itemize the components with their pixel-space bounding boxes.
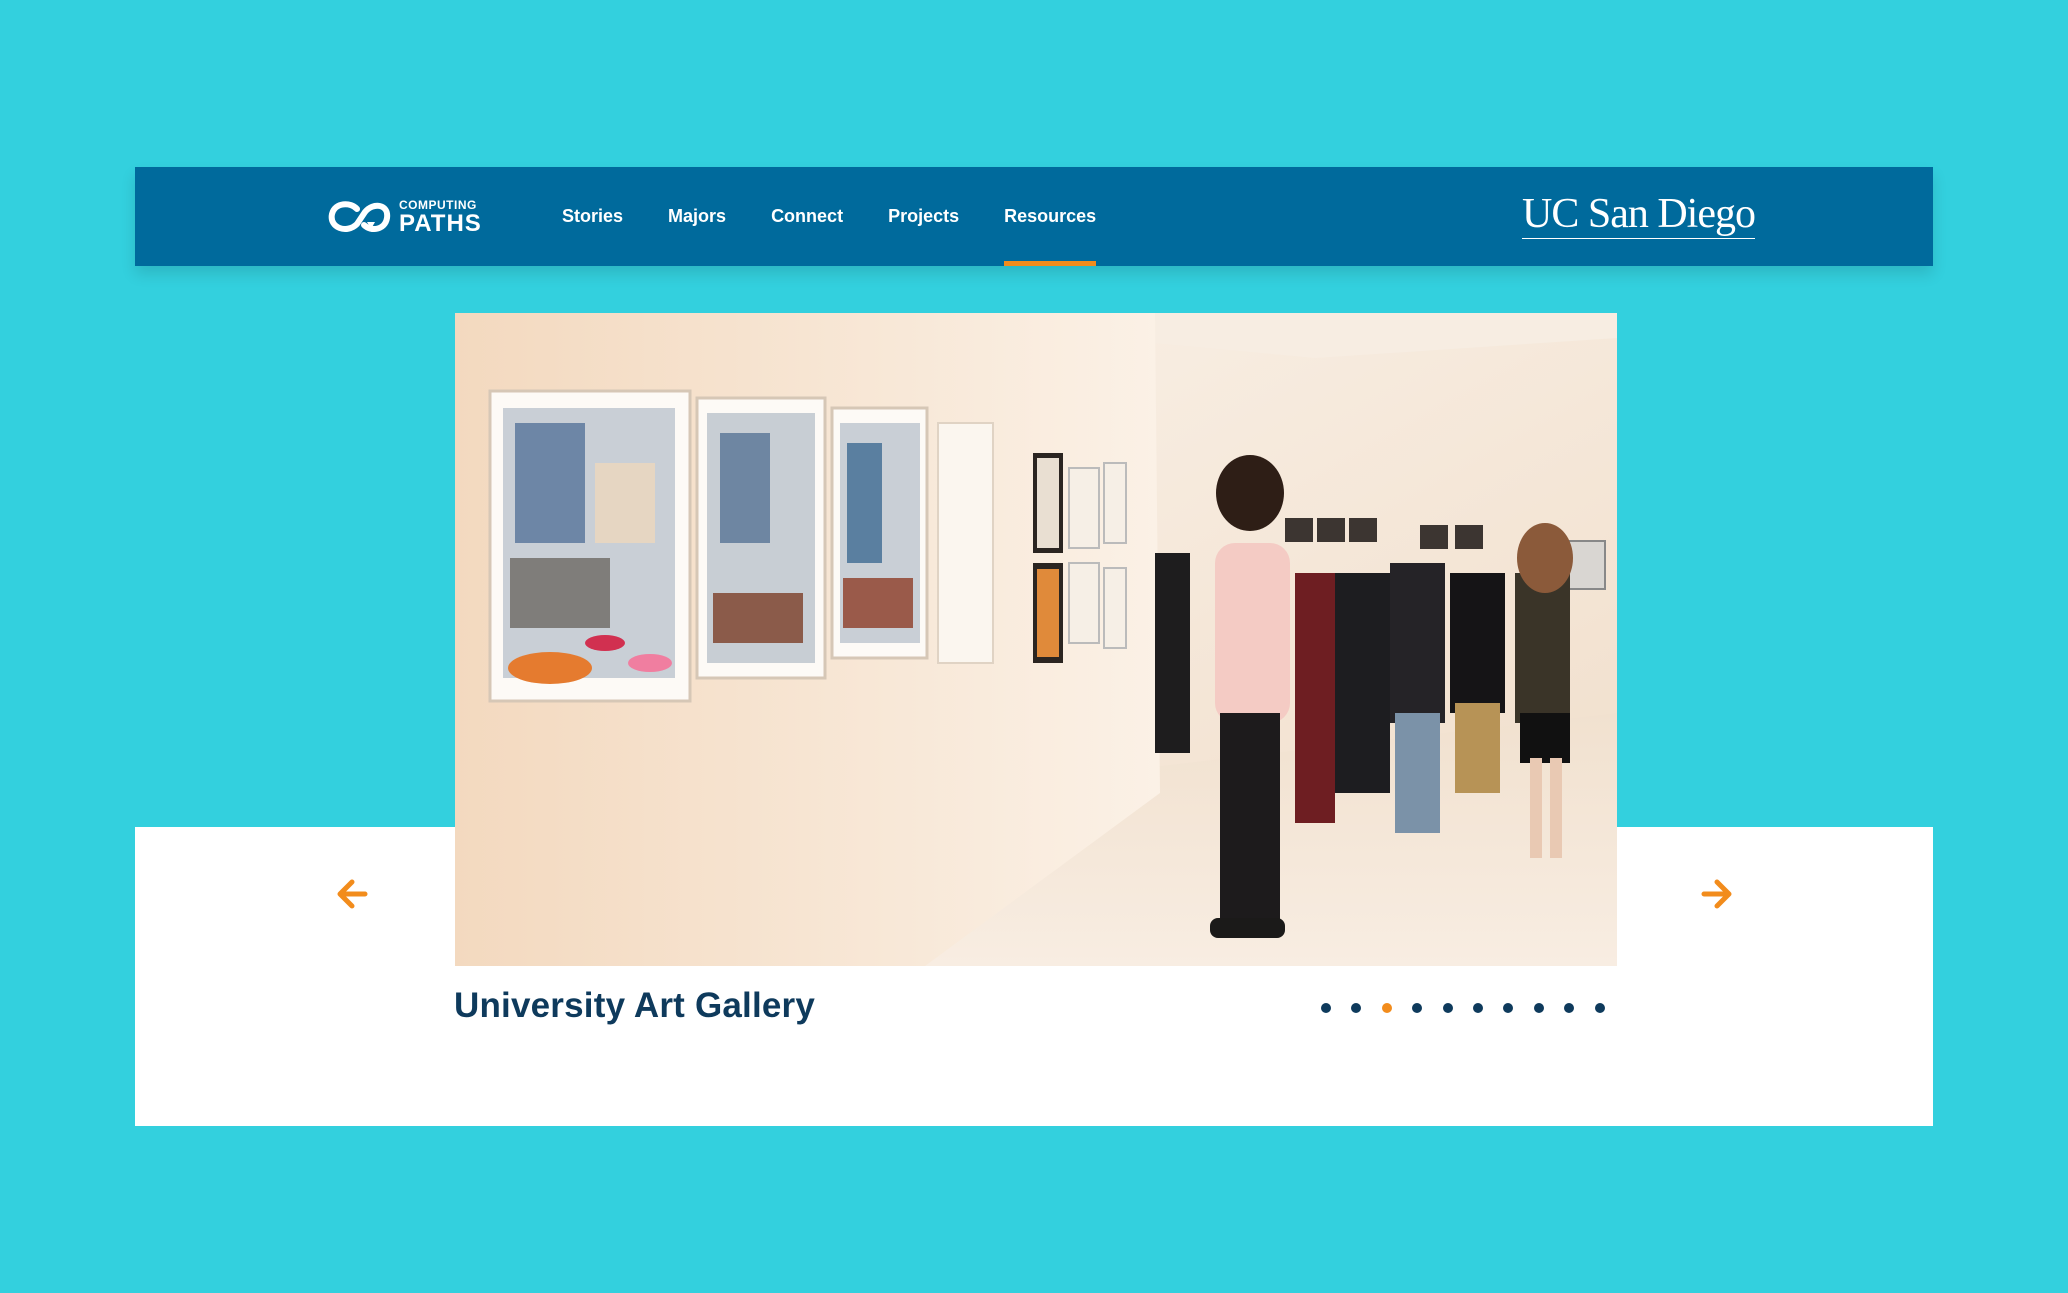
slide-caption: University Art Gallery: [454, 986, 816, 1025]
uc-san-diego-logo[interactable]: UC San Diego: [1522, 193, 1756, 239]
carousel-dot-10[interactable]: [1594, 1003, 1605, 1013]
carousel-prev-button[interactable]: [334, 876, 370, 912]
carousel-next-button[interactable]: [1699, 876, 1735, 912]
computing-paths-logo[interactable]: COMPUTING PATHS: [327, 195, 482, 239]
logo-bottom-text: PATHS: [399, 209, 482, 237]
main-nav: Stories Majors Connect Projects Resource…: [562, 167, 1141, 266]
carousel-dot-9[interactable]: [1564, 1003, 1575, 1013]
carousel-dot-1[interactable]: [1321, 1003, 1331, 1013]
carousel-dots: [1321, 1003, 1625, 1013]
carousel-dot-3[interactable]: [1381, 1003, 1392, 1013]
nav-item-connect[interactable]: Connect: [771, 167, 843, 266]
carousel-dot-8[interactable]: [1533, 1003, 1544, 1013]
site-header: COMPUTING PATHS Stories Majors Connect P…: [135, 167, 1933, 266]
arrow-left-icon: [337, 879, 368, 909]
carousel-dot-6[interactable]: [1472, 1003, 1483, 1013]
carousel-dot-5[interactable]: [1442, 1003, 1453, 1013]
logo-top-text: COMPUTING: [399, 197, 477, 212]
infinity-logo-icon: [328, 201, 391, 233]
arrow-right-icon: [1701, 879, 1732, 909]
nav-item-resources[interactable]: Resources: [1004, 167, 1097, 266]
logo-text: COMPUTING PATHS: [399, 199, 482, 236]
nav-item-majors[interactable]: Majors: [668, 167, 726, 266]
carousel-dot-7[interactable]: [1503, 1003, 1514, 1013]
nav-item-projects[interactable]: Projects: [888, 167, 959, 266]
gallery-photo: [455, 313, 1617, 966]
carousel-dot-4[interactable]: [1412, 1003, 1423, 1013]
carousel-dot-2[interactable]: [1351, 1003, 1362, 1013]
nav-item-stories[interactable]: Stories: [562, 167, 623, 266]
gallery-photo-image: [455, 313, 1617, 966]
